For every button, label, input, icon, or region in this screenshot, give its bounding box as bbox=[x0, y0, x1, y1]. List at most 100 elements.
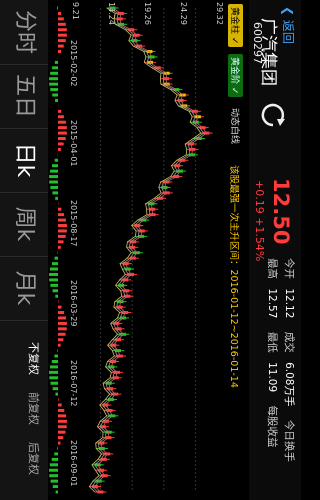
indicator-bar bbox=[50, 169, 58, 173]
indicator-bar bbox=[50, 267, 58, 271]
stats-row: 最高 12.57 最低 11.09 每股收益 bbox=[263, 258, 280, 468]
indicator-bar bbox=[58, 441, 61, 445]
main-rise-note: 该股最强一次主升区间：2016-01-12~2016-01-14 bbox=[228, 165, 239, 388]
indicator-bar bbox=[58, 142, 64, 146]
indicator-bar bbox=[49, 474, 58, 478]
indicator-bar bbox=[58, 245, 61, 249]
date-label: 2016-09-01 bbox=[69, 440, 78, 487]
indicator-bar bbox=[52, 93, 58, 97]
indicator-bar bbox=[52, 66, 58, 70]
chevron-left-icon: ❮ bbox=[281, 6, 295, 17]
indicator-bar bbox=[52, 289, 58, 293]
moving-average-line bbox=[91, 7, 205, 493]
indicator-bar bbox=[58, 17, 64, 21]
indicator-bar bbox=[54, 354, 58, 358]
period-tabs: 分时 五日 日k 周k 月k 不复权 前复权 后复权 bbox=[0, 0, 48, 500]
indicator-bar bbox=[58, 327, 67, 331]
indicator-bar bbox=[58, 398, 59, 402]
indicator-bar bbox=[58, 137, 66, 141]
low-value: 11.09 bbox=[266, 362, 278, 393]
indicator-bar bbox=[50, 283, 58, 287]
header: ❮ 返回 广汽集团 600297 12.50 +0.19 +1.54% 今开 1… bbox=[249, 0, 301, 500]
indicator-bar bbox=[58, 332, 66, 336]
indicator-bar bbox=[54, 158, 58, 162]
open-label: 今开 bbox=[283, 258, 295, 279]
tab-intraday[interactable]: 分时 bbox=[0, 0, 48, 65]
indicator-bar bbox=[58, 224, 67, 228]
indicator-bar bbox=[58, 33, 67, 37]
indicator-bar bbox=[57, 6, 58, 10]
price-tick-label: 19.26 bbox=[143, 2, 152, 25]
tab-five-day[interactable]: 五日 bbox=[0, 64, 48, 129]
indicator-bar bbox=[50, 88, 58, 92]
indicator-bar bbox=[58, 316, 67, 320]
adjust-none[interactable]: 不复权 bbox=[26, 342, 42, 375]
indicator-bar bbox=[58, 229, 67, 233]
tab-weekly-k[interactable]: 周k bbox=[0, 192, 48, 257]
indicator-bar bbox=[50, 381, 58, 385]
indicator-bar bbox=[50, 71, 58, 75]
indicator-bar bbox=[57, 11, 62, 15]
indicator-bar bbox=[58, 207, 62, 211]
indicator-bar bbox=[58, 403, 62, 407]
indicator-bar bbox=[51, 359, 58, 363]
date-label: 2015-08-17 bbox=[69, 200, 78, 247]
gold-column-label: 黄金柱 bbox=[229, 7, 239, 35]
indicator-bar bbox=[58, 126, 67, 130]
indicator-bar bbox=[54, 256, 58, 260]
indicator-bar bbox=[55, 392, 58, 396]
indicator-legend: 黄金柱 ✓ 黄金阶 ✓ 动态白线 该股最强一次主升区间：2016-01-12~2… bbox=[227, 0, 249, 500]
indicator-bar bbox=[58, 234, 66, 238]
price-tick-label: 29.32 bbox=[215, 2, 224, 25]
indicator-chart bbox=[49, 6, 67, 494]
indicator-bar bbox=[55, 294, 58, 298]
date-label: 2015-04-01 bbox=[69, 120, 78, 167]
low-label: 最低 bbox=[266, 331, 278, 353]
gold-step-tag[interactable]: 黄金阶 ✓ bbox=[228, 54, 243, 98]
gold-column-tag[interactable]: 黄金柱 ✓ bbox=[228, 4, 243, 48]
indicator-bar bbox=[58, 311, 65, 315]
gold-step-label: 黄金阶 bbox=[229, 57, 239, 85]
indicator-bar bbox=[52, 387, 58, 391]
rotated-screen: ❮ 返回 广汽集团 600297 12.50 +0.19 +1.54% 今开 1… bbox=[0, 0, 301, 500]
volume-label: 成交 bbox=[283, 331, 295, 353]
adjust-forward[interactable]: 前复权 bbox=[26, 392, 42, 425]
indicator-bar bbox=[52, 191, 58, 195]
price-change: +0.19 +1.54% bbox=[253, 180, 266, 262]
adjust-backward[interactable]: 后复权 bbox=[26, 442, 42, 475]
price-tick-label: 24.29 bbox=[179, 2, 188, 25]
date-label: 2016-07-12 bbox=[69, 360, 78, 407]
tab-monthly-k[interactable]: 月k bbox=[0, 256, 48, 321]
eps-label: 每股收益 bbox=[266, 405, 278, 448]
stock-code: 600297 bbox=[251, 22, 264, 64]
refresh-icon[interactable] bbox=[259, 100, 289, 130]
candlestick-chart[interactable]: 29.3224.2919.2614.249.212015-02-022015-0… bbox=[69, 0, 227, 500]
indicator-bar bbox=[52, 485, 58, 489]
quote-stats: 今开 12.12 成交 6.08万手 今日换手 最高 12.57 最低 11.0… bbox=[263, 258, 297, 468]
moving-average-line bbox=[94, 7, 208, 493]
indicator-bar bbox=[49, 175, 58, 179]
back-label: 返回 bbox=[281, 19, 295, 44]
indicator-bar bbox=[58, 22, 66, 26]
indicator-bar bbox=[54, 60, 58, 64]
indicator-bar bbox=[57, 349, 58, 353]
indicator-bar bbox=[58, 28, 67, 32]
tab-daily-k[interactable]: 日k bbox=[0, 128, 48, 193]
high-label: 最高 bbox=[266, 258, 278, 279]
indicator-bar bbox=[58, 44, 64, 48]
date-label: 2016-03-29 bbox=[69, 280, 78, 327]
indicator-bar bbox=[50, 479, 58, 483]
indicator-bar bbox=[58, 115, 64, 119]
indicator-bar bbox=[57, 218, 66, 222]
indicator-bar bbox=[58, 430, 66, 434]
dynamic-line-label[interactable]: 动态白线 bbox=[229, 108, 242, 144]
indicator-bar bbox=[49, 468, 58, 472]
indicator-bar bbox=[49, 365, 58, 369]
indicator-bar bbox=[58, 408, 65, 412]
indicator-bar bbox=[58, 425, 67, 429]
indicator-bar bbox=[49, 82, 58, 86]
indicator-bar bbox=[49, 278, 58, 282]
indicator-bar bbox=[58, 305, 62, 309]
indicator-bar bbox=[58, 147, 61, 151]
indicator-bar bbox=[49, 77, 58, 81]
